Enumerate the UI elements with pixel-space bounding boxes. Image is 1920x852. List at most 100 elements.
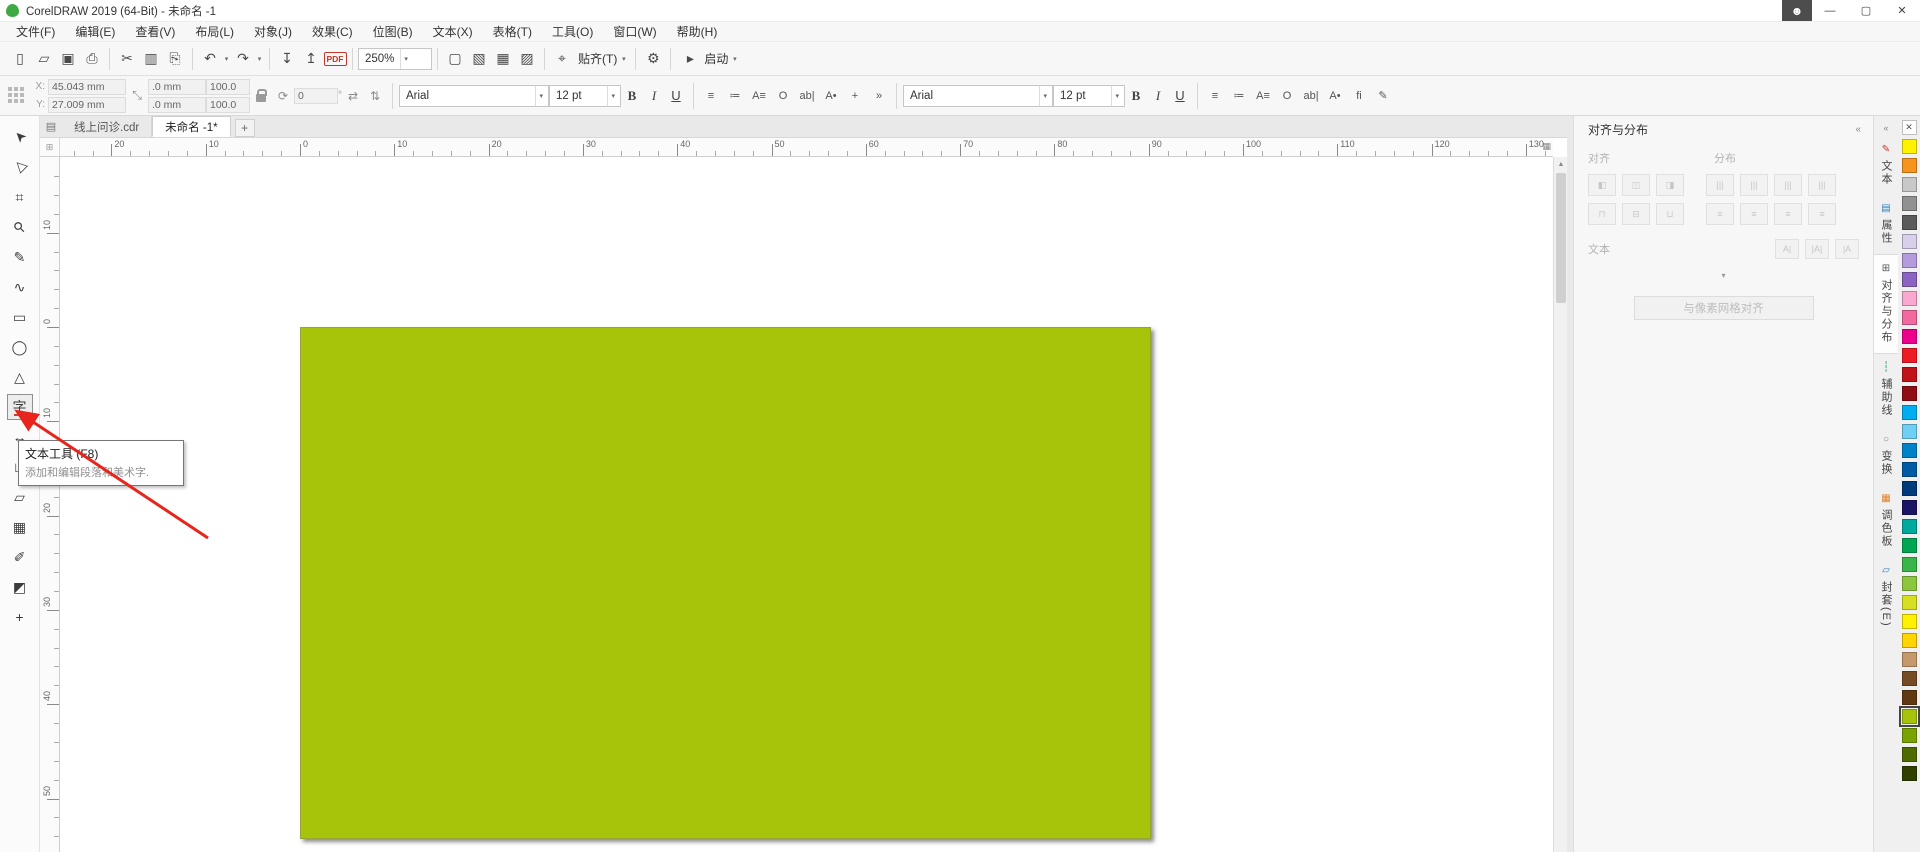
- distribute-button[interactable]: |||: [1740, 174, 1768, 196]
- color-swatch[interactable]: [1902, 196, 1917, 211]
- show-rulers-icon[interactable]: ▧: [467, 47, 491, 71]
- rotation-angle-field[interactable]: 0: [294, 88, 338, 104]
- minimize-button[interactable]: —: [1812, 0, 1848, 21]
- cut-icon[interactable]: ✂: [115, 47, 139, 71]
- italic-button[interactable]: I: [1147, 85, 1169, 107]
- docker-tab-5[interactable]: ○变换: [1874, 426, 1899, 485]
- mirror-vertical-icon[interactable]: ⇅: [364, 85, 386, 107]
- opentype-icon[interactable]: fi: [1348, 85, 1370, 107]
- color-swatch[interactable]: [1902, 766, 1917, 781]
- eyedropper-tool[interactable]: ✐: [7, 544, 33, 570]
- color-swatch[interactable]: [1902, 139, 1917, 154]
- color-swatch[interactable]: [1902, 253, 1917, 268]
- horizontal-ruler[interactable]: ▦20100102030405060708090100110120130: [60, 138, 1553, 157]
- edit-text-icon[interactable]: ab|: [1300, 85, 1322, 107]
- ruler-origin-corner[interactable]: ⊞: [40, 138, 60, 157]
- snap-to-select[interactable]: 贴齐(T)▾: [574, 47, 630, 71]
- scale-y-field[interactable]: 100.0: [206, 97, 250, 113]
- color-swatch[interactable]: [1902, 614, 1917, 629]
- maximize-button[interactable]: ▢: [1848, 0, 1884, 21]
- color-swatch[interactable]: [1902, 310, 1917, 325]
- menu-help[interactable]: 帮助(H): [667, 22, 728, 42]
- color-swatch[interactable]: [1902, 329, 1917, 344]
- menu-window[interactable]: 窗口(W): [603, 22, 666, 42]
- color-swatch[interactable]: [1902, 291, 1917, 306]
- add-tools-icon[interactable]: +: [7, 604, 33, 630]
- color-swatch[interactable]: [1902, 576, 1917, 591]
- color-swatch[interactable]: [1902, 747, 1917, 762]
- color-swatch[interactable]: [1902, 595, 1917, 610]
- color-swatch[interactable]: [1902, 405, 1917, 420]
- undo-dropdown-icon[interactable]: ▾: [222, 47, 231, 71]
- color-swatch[interactable]: [1902, 272, 1917, 287]
- color-swatch[interactable]: [1902, 690, 1917, 705]
- menu-object[interactable]: 对象(J): [244, 22, 302, 42]
- launch-select[interactable]: ▸启动▾: [676, 47, 741, 71]
- y-position-field[interactable]: 27.009 mm: [48, 97, 126, 113]
- pick-tool[interactable]: ➤: [7, 124, 33, 150]
- export-icon[interactable]: ↥: [299, 47, 323, 71]
- align-button[interactable]: ◨: [1656, 174, 1684, 196]
- distribute-button[interactable]: |||: [1808, 174, 1836, 196]
- height-field[interactable]: .0 mm: [148, 97, 206, 113]
- color-swatch[interactable]: [1902, 348, 1917, 363]
- text-alignment-icon[interactable]: ≡: [700, 85, 722, 107]
- overflow-chevron-icon[interactable]: »: [868, 85, 890, 107]
- drawing-canvas[interactable]: [60, 157, 1553, 852]
- distribute-button[interactable]: ≡: [1774, 203, 1802, 225]
- redo-dropdown-icon[interactable]: ▾: [255, 47, 264, 71]
- docker-expand-icon[interactable]: ▾: [1588, 271, 1859, 280]
- crop-tool[interactable]: ⌗: [7, 184, 33, 210]
- color-swatch[interactable]: [1902, 633, 1917, 648]
- new-document-tab-button[interactable]: +: [235, 119, 255, 137]
- redo-icon[interactable]: ↷: [231, 47, 255, 71]
- italic-button[interactable]: I: [643, 85, 665, 107]
- align-button[interactable]: ⊔: [1656, 203, 1684, 225]
- distribute-button[interactable]: ≡: [1808, 203, 1836, 225]
- color-swatch[interactable]: [1902, 367, 1917, 382]
- color-swatch[interactable]: [1902, 462, 1917, 477]
- bezier-tool[interactable]: ∿: [7, 274, 33, 300]
- vertical-scrollbar[interactable]: ▲: [1553, 157, 1567, 852]
- polygon-tool[interactable]: △: [7, 364, 33, 390]
- align-to-pixel-grid-button[interactable]: 与像素网格对齐: [1634, 296, 1814, 320]
- color-swatch[interactable]: [1902, 443, 1917, 458]
- text-properties-icon[interactable]: A•: [1324, 85, 1346, 107]
- docker-tab-6[interactable]: ▦调色板: [1874, 485, 1899, 557]
- color-swatch[interactable]: [1902, 424, 1917, 439]
- color-swatch[interactable]: ✕: [1902, 120, 1917, 135]
- text-alignment-icon[interactable]: ≡: [1204, 85, 1226, 107]
- options-gear-icon[interactable]: ⚙: [641, 47, 665, 71]
- color-swatch[interactable]: [1902, 557, 1917, 572]
- collapse-docker-icon[interactable]: «: [1851, 124, 1865, 135]
- color-swatch[interactable]: [1902, 709, 1917, 724]
- copy-icon[interactable]: ▥: [139, 47, 163, 71]
- align-button[interactable]: ⊓: [1588, 203, 1616, 225]
- document-tab-1[interactable]: 线上问诊.cdr: [62, 116, 152, 137]
- color-swatch[interactable]: [1902, 652, 1917, 667]
- no-outline-icon[interactable]: O: [1276, 85, 1298, 107]
- underline-button[interactable]: U: [665, 85, 687, 107]
- text-tool[interactable]: 字: [7, 394, 33, 420]
- text-align-button[interactable]: A|: [1775, 239, 1799, 259]
- menu-table[interactable]: 表格(T): [483, 22, 542, 42]
- menu-layout[interactable]: 布局(L): [185, 22, 244, 42]
- transparency-tool[interactable]: ▦: [7, 514, 33, 540]
- page[interactable]: [300, 327, 1151, 839]
- expand-dockers-icon[interactable]: «: [1883, 120, 1888, 136]
- docker-tab-2[interactable]: ▤属性: [1874, 195, 1899, 254]
- print-icon[interactable]: ⎙: [80, 47, 104, 71]
- add-icon[interactable]: +: [844, 85, 866, 107]
- docker-tab-1[interactable]: ✎文本: [1874, 136, 1899, 195]
- save-icon[interactable]: ▣: [56, 47, 80, 71]
- color-swatch[interactable]: [1902, 728, 1917, 743]
- open-icon[interactable]: ▱: [32, 47, 56, 71]
- menu-text[interactable]: 文本(X): [423, 22, 483, 42]
- color-swatch[interactable]: [1902, 234, 1917, 249]
- snap-off-icon[interactable]: ⌖: [550, 47, 574, 71]
- shape-tool[interactable]: ▷: [7, 154, 33, 180]
- underline-button[interactable]: U: [1169, 85, 1191, 107]
- menu-edit[interactable]: 编辑(E): [65, 22, 125, 42]
- zoom-tool[interactable]: ⚲: [7, 214, 33, 240]
- distribute-button[interactable]: |||: [1706, 174, 1734, 196]
